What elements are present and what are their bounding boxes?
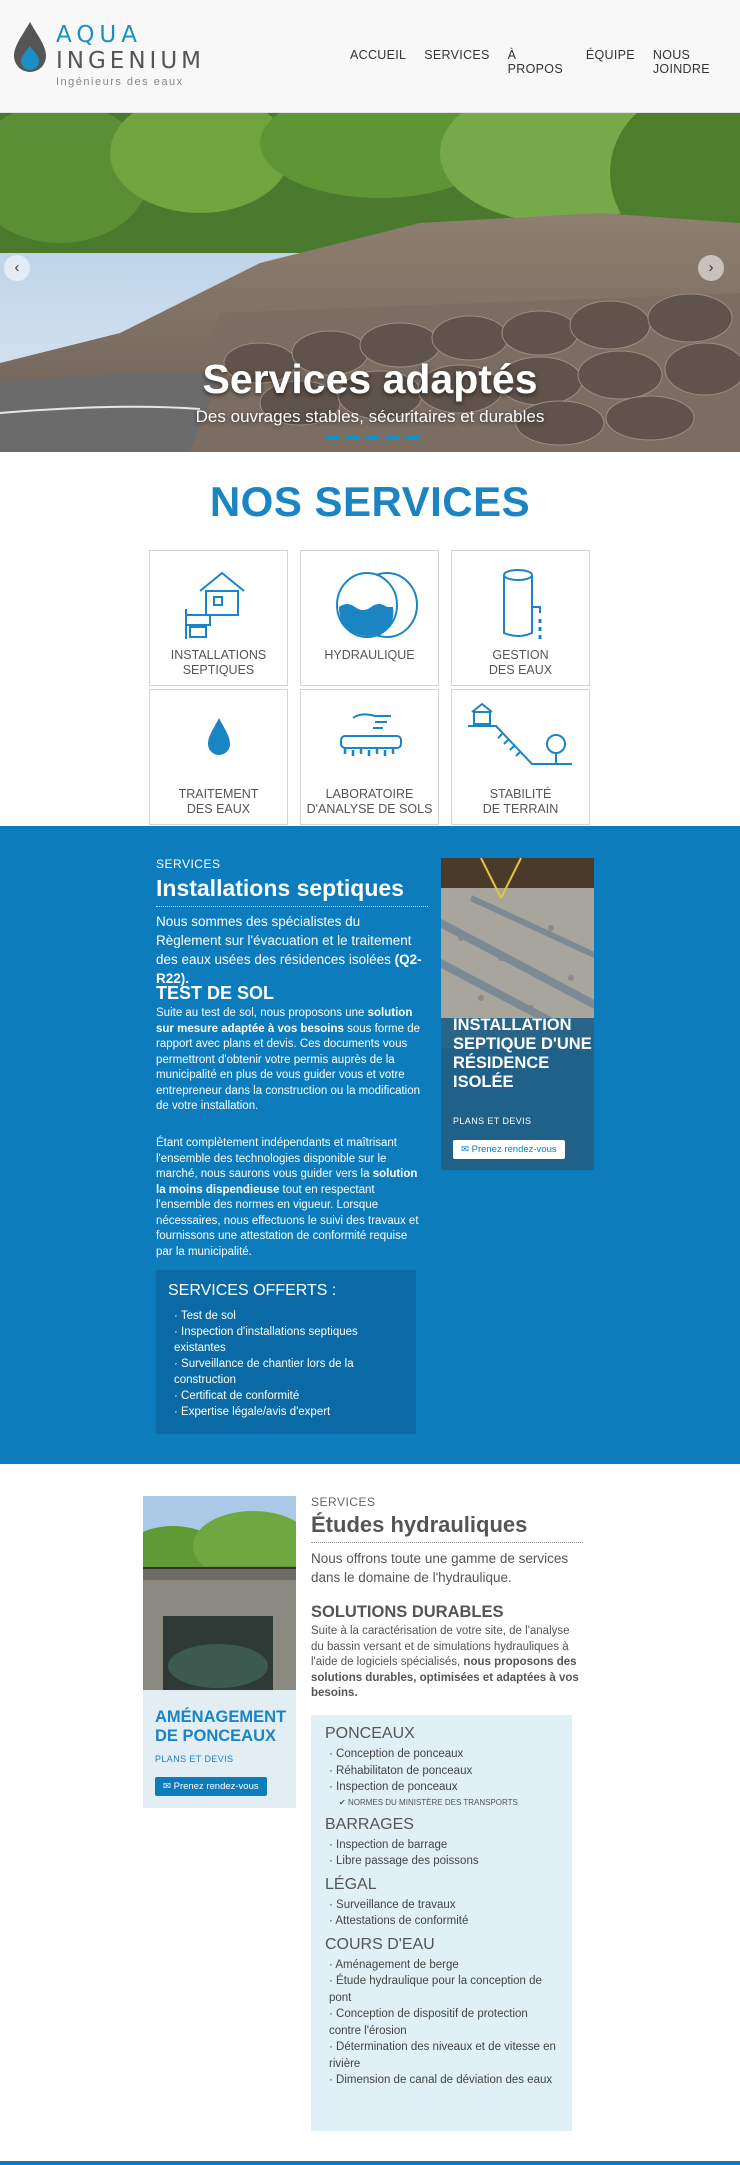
logo-tagline: Ingénieurs des eaux: [56, 76, 184, 88]
promo-subtitle: PLANS ET DEVIS: [155, 1754, 234, 1764]
hero-dot[interactable]: [366, 436, 380, 439]
hero-prev-button[interactable]: ‹: [4, 255, 30, 281]
hero-subtitle: Des ouvrages stables, sécuritaires et du…: [195, 407, 545, 426]
standards-note: ✔ NORMES DU MINISTÈRE DES TRANSPORTS: [339, 1797, 518, 1807]
promo-title: INSTALLATION SEPTIQUE D'UNE RÉSIDENCE IS…: [453, 1016, 592, 1091]
hero-title: Services adaptés: [202, 356, 538, 402]
services-offered-title: SERVICES OFFERTS :: [168, 1282, 337, 1299]
hydro-promo-card: AMÉNAGEMENT DE PONCEAUX PLANS ET DEVIS ✉…: [143, 1496, 296, 1808]
services-grid: INSTALLATIONS SEPTIQUES HYDRAULIQUE GESTI…: [149, 550, 591, 826]
list-item: Attestations de conformité: [329, 1913, 558, 1930]
tile-label: GESTION DES EAUX: [488, 648, 553, 677]
list-item: Conception de dispositif de protection c…: [329, 2006, 558, 2039]
section-title: Installations septiques: [156, 875, 428, 907]
list-item: Inspection de barrage: [329, 1837, 558, 1854]
category-list: Conception de ponceaux Réhabilitaton de …: [325, 1746, 558, 1796]
slope-stability-icon: [468, 702, 572, 765]
tile-label: STABILITÉ DE TERRAIN: [482, 787, 559, 816]
section-kicker: SERVICES: [311, 1495, 376, 1509]
nav-item-nous-joindre[interactable]: NOUS JOINDRE: [653, 48, 740, 76]
logo-name-line1: AQUA: [56, 22, 143, 48]
envelope-icon: ✉: [461, 1144, 469, 1155]
main-nav: ACCUEIL SERVICES À PROPOS ÉQUIPE NOUS JO…: [350, 48, 740, 76]
logo-name-line2: INGENIUM: [56, 48, 206, 74]
hero-dot[interactable]: [386, 436, 400, 439]
septic-section: SERVICES Installations septiques Nous so…: [0, 826, 740, 1464]
water-pipe-icon: [336, 572, 418, 638]
house-septic-icon: [185, 571, 245, 639]
nav-item-accueil[interactable]: ACCUEIL: [350, 48, 406, 76]
logo[interactable]: AQUA INGENIUM Ingénieurs des eaux: [12, 18, 201, 90]
section-lead: Nous offrons toute une gamme de services…: [311, 1551, 569, 1585]
tile-label: LABORATOIRE D'ANALYSE DE SOLS: [306, 787, 433, 816]
checkmark-icon: ✔: [339, 1797, 346, 1807]
hydro-services-box: PONCEAUX Conception de ponceaux Réhabili…: [311, 1715, 572, 2131]
septic-promo-card: INSTALLATION SEPTIQUE D'UNE RÉSIDENCE IS…: [441, 858, 594, 1170]
nav-item-services[interactable]: SERVICES: [424, 48, 489, 76]
envelope-icon: ✉: [163, 1781, 171, 1792]
service-tile-hydraulique[interactable]: HYDRAULIQUE: [300, 550, 439, 686]
site-header: AQUA INGENIUM Ingénieurs des eaux ACCUEI…: [0, 0, 740, 113]
nav-item-a-propos[interactable]: À PROPOS: [508, 48, 568, 76]
section-paragraph: Étant complètement indépendants et maîtr…: [156, 1137, 419, 1258]
hero-slider: ‹ › Services adaptés Des ouvrages stable…: [0, 113, 740, 452]
promo-appointment-button[interactable]: ✉ Prenez rendez-vous: [155, 1777, 267, 1796]
list-item: Certificat de conformité: [174, 1388, 404, 1404]
section-subheading: TEST DE SOL: [156, 983, 275, 1003]
category-list: Inspection de barrage Libre passage des …: [325, 1837, 558, 1870]
water-drop-logo-icon: [14, 22, 46, 72]
nav-item-equipe[interactable]: ÉQUIPE: [586, 48, 635, 76]
section-subheading: SOLUTIONS DURABLES: [311, 1603, 504, 1621]
hero-dot[interactable]: [346, 436, 360, 439]
services-offered-list: Test de sol Inspection d'installations s…: [168, 1308, 404, 1420]
category-title: BARRAGES: [325, 1815, 414, 1833]
list-item: Expertise légale/avis d'expert: [174, 1404, 404, 1420]
tile-label: TRAITEMENT DES EAUX: [178, 787, 259, 816]
category-title: PONCEAUX: [325, 1725, 415, 1742]
promo-subtitle: PLANS ET DEVIS: [453, 1116, 532, 1126]
service-tile-installations-septiques[interactable]: INSTALLATIONS SEPTIQUES: [149, 550, 288, 686]
hero-dot[interactable]: [406, 436, 420, 439]
list-item: Test de sol: [174, 1308, 404, 1324]
list-item: Inspection d'installations septiques exi…: [174, 1324, 404, 1356]
list-item: Surveillance de travaux: [329, 1897, 558, 1914]
category-title: COURS D'EAU: [325, 1935, 435, 1953]
list-item: Aménagement de berge: [329, 1957, 558, 1974]
section-kicker: SERVICES: [156, 857, 221, 871]
list-item: Réhabilitaton de ponceaux: [329, 1763, 558, 1780]
service-tile-traitement-des-eaux[interactable]: TRAITEMENT DES EAUX: [149, 689, 288, 825]
list-item: Surveillance de chantier lors de la cons…: [174, 1356, 404, 1388]
service-tile-stabilite-de-terrain[interactable]: STABILITÉ DE TERRAIN: [451, 689, 590, 825]
list-item: Détermination des niveaux et de vitesse …: [329, 2039, 558, 2072]
footer-divider: [0, 2161, 740, 2165]
promo-title: AMÉNAGEMENT DE PONCEAUX: [155, 1708, 287, 1745]
service-tile-laboratoire[interactable]: LABORATOIRE D'ANALYSE DE SOLS: [300, 689, 439, 825]
services-title: NOS SERVICES: [209, 478, 531, 525]
category-list: Surveillance de travaux Attestations de …: [325, 1897, 558, 1930]
section-title: Études hydrauliques: [311, 1512, 583, 1543]
section-lead: Nous sommes des spécialistes du Règlemen…: [156, 914, 422, 986]
promo-appointment-button[interactable]: ✉ Prenez rendez-vous: [453, 1140, 565, 1159]
category-list: Aménagement de berge Étude hydraulique p…: [325, 1957, 558, 2089]
list-item: Dimension de canal de déviation des eaux: [329, 2072, 558, 2089]
list-item: Conception de ponceaux: [329, 1746, 558, 1763]
service-tile-gestion-des-eaux[interactable]: GESTION DES EAUX: [451, 550, 590, 686]
water-drop-icon: [208, 718, 230, 755]
tile-label: HYDRAULIQUE: [324, 648, 415, 662]
soil-lab-icon: [340, 713, 402, 756]
list-item: Étude hydraulique pour la conception de …: [329, 1973, 558, 2006]
hero-pagination: [326, 436, 420, 439]
category-title: LÉGAL: [325, 1875, 377, 1893]
hero-next-button[interactable]: ›: [698, 255, 724, 281]
section-paragraph: Suite au test de sol, nous proposons une…: [156, 1007, 421, 1112]
water-tank-icon: [503, 569, 542, 639]
list-item: Inspection de ponceaux: [329, 1779, 558, 1796]
list-item: Libre passage des poissons: [329, 1853, 558, 1870]
section-paragraph: Suite à la caractérisation de votre site…: [311, 1625, 579, 1699]
services-offered-box: SERVICES OFFERTS : Test de sol Inspectio…: [156, 1270, 416, 1434]
tile-label: INSTALLATIONS SEPTIQUES: [170, 648, 267, 677]
hero-dot[interactable]: [326, 436, 340, 439]
